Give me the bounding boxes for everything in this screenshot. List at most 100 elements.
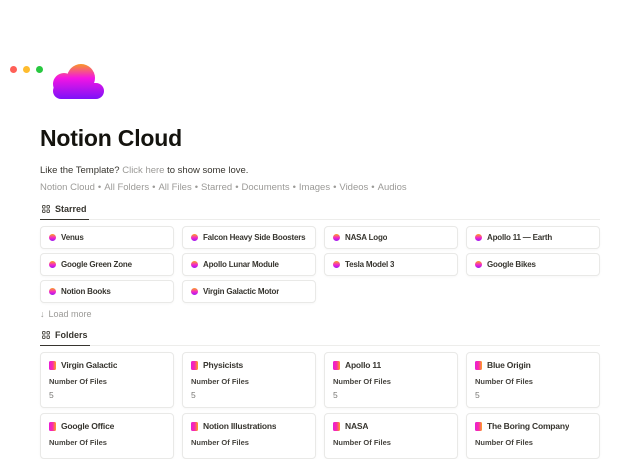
folders-section-header: Folders <box>40 326 600 346</box>
page-title: Notion Cloud <box>40 127 600 150</box>
folder-name: Google Office <box>61 421 114 432</box>
file-card-tesla-model-3[interactable]: Tesla Model 3 <box>324 253 458 276</box>
file-icon <box>49 261 56 268</box>
file-card-apollo-lunar-module[interactable]: Apollo Lunar Module <box>182 253 316 276</box>
window-controls <box>10 66 43 73</box>
file-icon <box>475 234 482 241</box>
folder-card-notion-illustrations[interactable]: Notion Illustrations Number Of Files <box>182 413 316 459</box>
tab-folders-label: Folders <box>55 330 88 340</box>
file-icon <box>191 288 198 295</box>
folder-card-the-boring-company[interactable]: The Boring Company Number Of Files <box>466 413 600 459</box>
file-name: Apollo Lunar Module <box>203 259 279 270</box>
minimize-button[interactable] <box>23 66 30 73</box>
file-card-notion-books[interactable]: Notion Books <box>40 280 174 303</box>
file-name: Google Bikes <box>487 259 536 270</box>
folder-property-label: Number Of Files <box>475 438 591 447</box>
file-icon <box>49 288 56 295</box>
file-name: Falcon Heavy Side Boosters Landings <box>203 232 307 243</box>
folder-card-virgin-galactic[interactable]: Virgin Galactic Number Of Files 5 <box>40 352 174 408</box>
folder-property-label: Number Of Files <box>475 377 591 386</box>
subtitle: Like the Template? Click here to show so… <box>40 165 600 177</box>
breadcrumb-audios[interactable]: Audios <box>378 182 407 193</box>
folder-icon <box>191 361 198 370</box>
tab-folders[interactable]: Folders <box>40 327 90 346</box>
folder-icon <box>49 422 56 431</box>
folder-name: Virgin Galactic <box>61 360 117 371</box>
click-here-link[interactable]: Click here <box>122 165 164 176</box>
folder-file-count: 5 <box>475 390 591 400</box>
cloud-logo-icon[interactable] <box>48 57 104 101</box>
folder-card-apollo-11[interactable]: Apollo 11 Number Of Files 5 <box>324 352 458 408</box>
folder-icon <box>191 422 198 431</box>
folder-file-count: 5 <box>333 390 449 400</box>
file-icon <box>191 234 198 241</box>
file-icon <box>475 261 482 268</box>
breadcrumb-separator: • <box>293 182 296 193</box>
file-card-falcon-heavy[interactable]: Falcon Heavy Side Boosters Landings <box>182 226 316 249</box>
folder-name: Blue Origin <box>487 360 531 371</box>
folder-card-nasa[interactable]: NASA Number Of Files <box>324 413 458 459</box>
gallery-view-icon <box>42 331 50 339</box>
folder-file-count: 5 <box>49 390 165 400</box>
folder-card-blue-origin[interactable]: Blue Origin Number Of Files 5 <box>466 352 600 408</box>
folder-property-label: Number Of Files <box>49 377 165 386</box>
folder-grid: Virgin Galactic Number Of Files 5 Physic… <box>40 352 600 459</box>
folder-file-count: 5 <box>191 390 307 400</box>
tab-starred-label: Starred <box>55 204 87 214</box>
zoom-button[interactable] <box>36 66 43 73</box>
folder-property-label: Number Of Files <box>191 438 307 447</box>
file-name: Google Green Zone <box>61 259 132 270</box>
file-name: Venus <box>61 232 84 243</box>
file-card-google-bikes[interactable]: Google Bikes <box>466 253 600 276</box>
load-more-button[interactable]: ↓ Load more <box>40 309 92 320</box>
breadcrumb-separator: • <box>195 182 198 193</box>
breadcrumb-notion-cloud[interactable]: Notion Cloud <box>40 182 95 193</box>
folder-icon <box>475 361 482 370</box>
file-icon <box>191 261 198 268</box>
breadcrumb-separator: • <box>235 182 238 193</box>
folder-name: Physicists <box>203 360 243 371</box>
file-name: Virgin Galactic Motor <box>203 286 279 297</box>
file-name: Notion Books <box>61 286 111 297</box>
gallery-view-icon <box>42 205 50 213</box>
folder-icon <box>333 422 340 431</box>
file-card-nasa-logo[interactable]: NASA Logo <box>324 226 458 249</box>
breadcrumb-separator: • <box>333 182 336 193</box>
folder-name: Apollo 11 <box>345 360 381 371</box>
breadcrumb-documents[interactable]: Documents <box>242 182 290 193</box>
file-name: Tesla Model 3 <box>345 259 394 270</box>
file-card-virgin-galactic-motor[interactable]: Virgin Galactic Motor <box>182 280 316 303</box>
tab-starred[interactable]: Starred <box>40 201 89 220</box>
file-name: Apollo 11 — Earth <box>487 232 552 243</box>
folder-name: Notion Illustrations <box>203 421 276 432</box>
folder-icon <box>333 361 340 370</box>
starred-section-header: Starred <box>40 200 600 220</box>
page: Notion Cloud Like the Template? Click he… <box>0 57 640 459</box>
breadcrumb-separator: • <box>98 182 101 193</box>
breadcrumb-starred[interactable]: Starred <box>201 182 232 193</box>
file-icon <box>333 234 340 241</box>
folder-card-physicists[interactable]: Physicists Number Of Files 5 <box>182 352 316 408</box>
down-arrow-icon: ↓ <box>40 309 45 320</box>
load-more-label: Load more <box>49 309 92 320</box>
breadcrumb-videos[interactable]: Videos <box>339 182 368 193</box>
file-card-google-green-zone[interactable]: Google Green Zone <box>40 253 174 276</box>
folder-name: The Boring Company <box>487 421 569 432</box>
starred-file-grid: Venus Falcon Heavy Side Boosters Landing… <box>40 226 600 303</box>
folder-card-google-office[interactable]: Google Office Number Of Files <box>40 413 174 459</box>
file-icon <box>49 234 56 241</box>
close-button[interactable] <box>10 66 17 73</box>
file-card-venus[interactable]: Venus <box>40 226 174 249</box>
breadcrumb-all-files[interactable]: All Files <box>158 182 191 193</box>
breadcrumb: Notion Cloud•All Folders•All Files•Starr… <box>40 182 600 194</box>
file-card-apollo-11-earth[interactable]: Apollo 11 — Earth <box>466 226 600 249</box>
file-name: NASA Logo <box>345 232 387 243</box>
folder-property-label: Number Of Files <box>191 377 307 386</box>
folder-icon <box>49 361 56 370</box>
breadcrumb-separator: • <box>371 182 374 193</box>
folder-property-label: Number Of Files <box>333 438 449 447</box>
breadcrumb-images[interactable]: Images <box>299 182 330 193</box>
breadcrumb-all-folders[interactable]: All Folders <box>104 182 149 193</box>
folder-property-label: Number Of Files <box>333 377 449 386</box>
folder-icon <box>475 422 482 431</box>
